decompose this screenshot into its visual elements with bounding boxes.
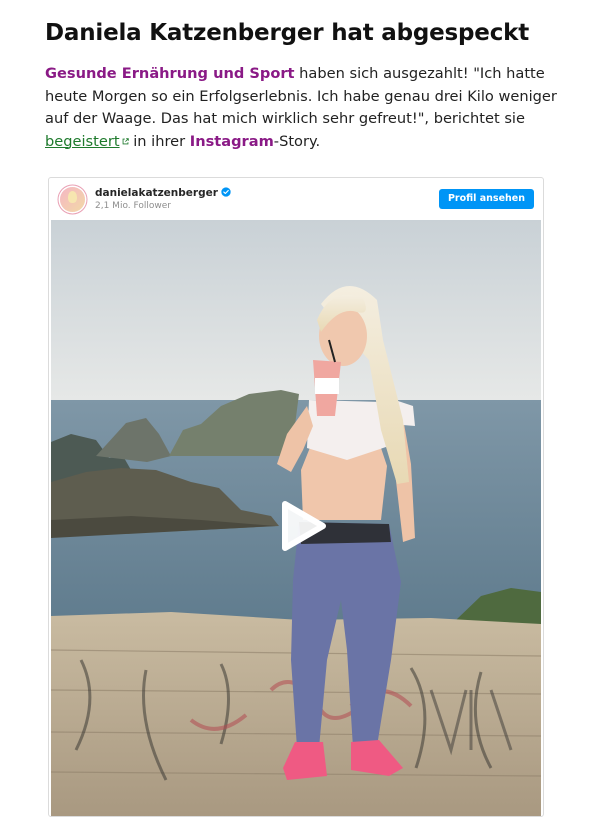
verified-badge-icon	[221, 187, 231, 197]
username-line[interactable]: danielakatzenberger	[95, 187, 231, 199]
username[interactable]: danielakatzenberger	[95, 187, 218, 199]
video-thumbnail[interactable]	[51, 220, 541, 816]
article: Daniela Katzenberger hat abgespeckt Gesu…	[0, 0, 600, 817]
video-scene	[51, 220, 541, 816]
article-paragraph: Gesunde Ernährung und Sport haben sich a…	[45, 63, 565, 153]
avatar[interactable]	[60, 187, 85, 212]
external-link-icon	[122, 137, 129, 144]
link-instagram[interactable]: Instagram	[190, 133, 274, 150]
link-begeistert-label: begeistert	[45, 132, 120, 150]
link-begeistert[interactable]: begeistert	[45, 133, 120, 150]
embed-header: danielakatzenberger 2,1 Mio. Follower Pr…	[49, 178, 543, 220]
view-profile-button[interactable]: Profil ansehen	[438, 189, 534, 209]
follower-count: 2,1 Mio. Follower	[95, 201, 171, 211]
article-headline: Daniela Katzenberger hat abgespeckt	[45, 20, 530, 46]
link-gesunde-ernaehrung[interactable]: Gesunde Ernährung und Sport	[45, 65, 295, 82]
paragraph-text-3: -Story.	[273, 132, 321, 150]
instagram-embed: danielakatzenberger 2,1 Mio. Follower Pr…	[48, 177, 544, 817]
paragraph-text-2: in ihrer	[128, 132, 190, 150]
